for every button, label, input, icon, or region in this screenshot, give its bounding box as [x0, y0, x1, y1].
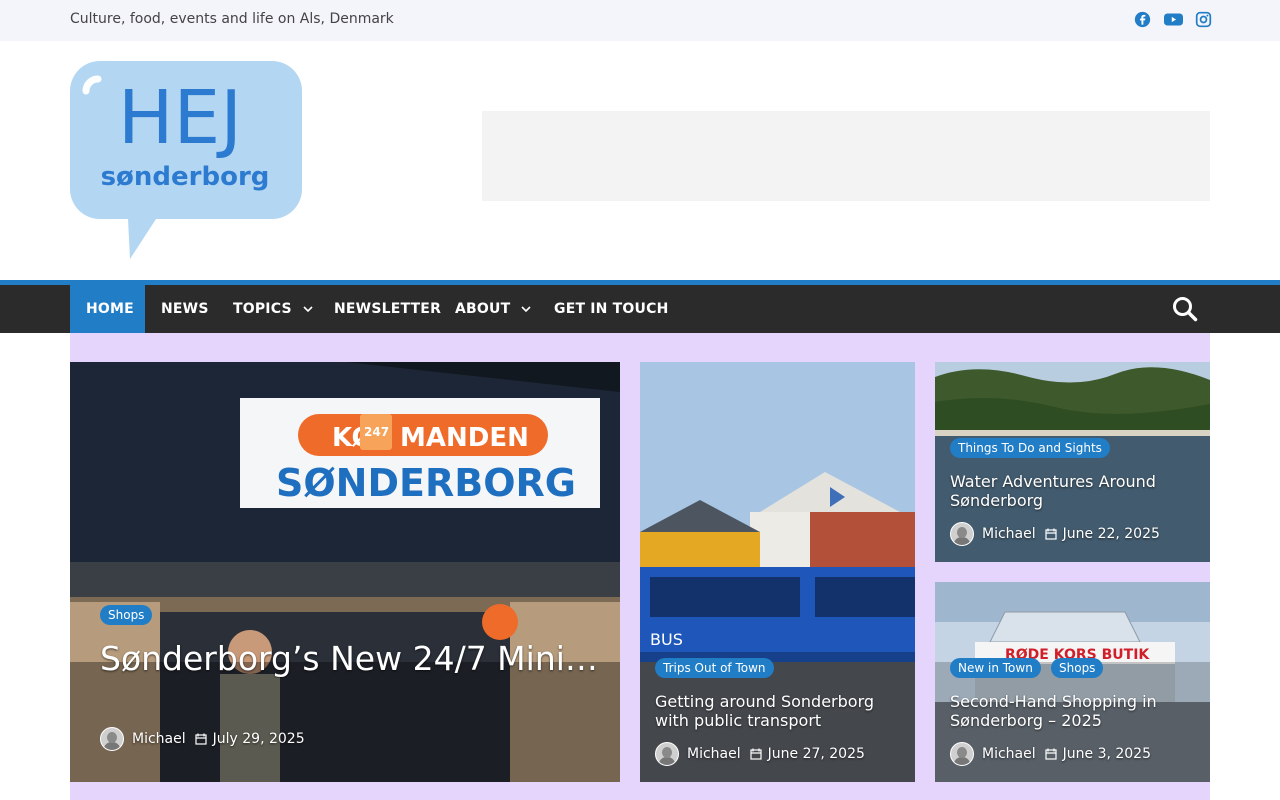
post-meta: Michael June 22, 2025 [950, 522, 1160, 546]
post-title[interactable]: Sønderborg’s New 24/7 Mini Market – A Li… [100, 640, 600, 678]
nav-news-label: NEWS [161, 301, 209, 317]
nav-home-label: HOME [86, 301, 134, 317]
featured-post-card[interactable]: Things To Do and Sights Water Adventures… [935, 362, 1210, 562]
nav-get-in-touch-label: GET IN TOUCH [554, 301, 669, 317]
nav-home[interactable]: HOME [70, 285, 145, 333]
category-badge[interactable]: Things To Do and Sights [950, 438, 1110, 458]
post-image: KØB 247 MANDEN SØNDERBORG [70, 362, 620, 782]
svg-text:SØNDERBORG: SØNDERBORG [276, 461, 576, 505]
author-avatar [950, 742, 974, 766]
author-avatar [100, 727, 124, 751]
calendar-icon [750, 748, 762, 760]
chevron-down-icon [521, 306, 531, 313]
post-author[interactable]: Michael [982, 526, 1036, 542]
calendar-icon [1045, 748, 1057, 760]
svg-text:HEJ: HEJ [118, 75, 242, 161]
calendar-icon [1045, 528, 1057, 540]
site-tagline: Culture, food, events and life on Als, D… [70, 11, 394, 27]
nav-topics-label: TOPICS [233, 301, 292, 317]
post-author[interactable]: Michael [982, 746, 1036, 762]
post-date[interactable]: June 22, 2025 [1063, 526, 1160, 542]
chevron-down-icon [303, 306, 313, 313]
nav-get-in-touch[interactable]: GET IN TOUCH [554, 285, 669, 333]
facebook-icon[interactable] [1133, 10, 1151, 28]
featured-post-card[interactable]: BUS Trips Out of Town Getting around Son… [640, 362, 915, 782]
nav-news[interactable]: NEWS [161, 285, 209, 333]
post-meta: Michael June 27, 2025 [655, 742, 865, 766]
nav-about[interactable]: ABOUT [455, 285, 532, 333]
featured-post-card[interactable]: RØDE KORS BUTIK New in Town Shops Second… [935, 582, 1210, 782]
top-bar: Culture, food, events and life on Als, D… [0, 0, 1280, 41]
author-avatar [655, 742, 679, 766]
site-logo[interactable]: HEJ sønderborg [70, 61, 302, 261]
youtube-icon[interactable] [1163, 10, 1183, 28]
post-date[interactable]: June 27, 2025 [768, 746, 865, 762]
post-title[interactable]: Second-Hand Shopping in Sønderborg – 202… [950, 692, 1200, 730]
nav-about-label: ABOUT [455, 301, 511, 317]
post-author[interactable]: Michael [132, 731, 186, 747]
post-author[interactable]: Michael [687, 746, 741, 762]
post-title[interactable]: Water Adventures Around Sønderborg [950, 472, 1200, 510]
nav-newsletter-label: NEWSLETTER [334, 301, 442, 317]
post-date[interactable]: June 3, 2025 [1063, 746, 1151, 762]
post-meta: Michael July 29, 2025 [100, 727, 305, 751]
calendar-icon [195, 733, 207, 745]
post-meta: Michael June 3, 2025 [950, 742, 1151, 766]
nav-topics[interactable]: TOPICS [233, 285, 314, 333]
nav-newsletter[interactable]: NEWSLETTER [334, 285, 441, 333]
svg-text:247: 247 [364, 425, 389, 439]
svg-text:MANDEN: MANDEN [400, 423, 529, 453]
featured-post-card[interactable]: KØB 247 MANDEN SØNDERBORG Shops Sønderbo… [70, 362, 620, 782]
main-navigation: HOME NEWS TOPICS NEWSLETTER ABOUT GET IN… [0, 280, 1280, 333]
instagram-icon[interactable] [1194, 10, 1212, 28]
author-avatar [950, 522, 974, 546]
category-badge[interactable]: Trips Out of Town [655, 658, 774, 678]
category-badge[interactable]: Shops [100, 605, 153, 625]
svg-text:sønderborg: sønderborg [101, 162, 270, 192]
svg-text:BUS: BUS [650, 630, 683, 649]
advertisement-banner[interactable] [482, 111, 1210, 201]
search-icon[interactable] [1172, 296, 1198, 322]
post-date[interactable]: July 29, 2025 [213, 731, 305, 747]
category-badge[interactable]: New in Town [950, 658, 1041, 678]
post-title[interactable]: Getting around Sonderborg with public tr… [655, 692, 905, 730]
category-badge[interactable]: Shops [1051, 658, 1104, 678]
